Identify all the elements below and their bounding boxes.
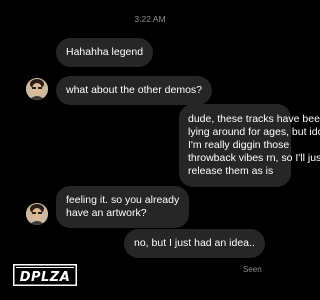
message-bubble-sent[interactable]: dude, these tracks have been lying aroun… xyxy=(179,104,320,187)
contact-avatar[interactable] xyxy=(26,203,48,225)
message-text: have an artwork? xyxy=(66,207,147,219)
brand-logo: DPLZA xyxy=(13,264,77,286)
message-text: I'm really diggin those xyxy=(188,139,290,151)
seen-status: Seen xyxy=(243,265,262,274)
message-text: Hahahha legend xyxy=(66,46,144,58)
message-text: release them as is xyxy=(188,165,274,177)
message-text: dude, these tracks have been xyxy=(188,113,320,125)
chat-timestamp: 3:22 AM xyxy=(134,14,166,24)
message-bubble-sent[interactable]: no, but I just had an idea.. xyxy=(124,229,265,258)
message-text: feeling it. so you already xyxy=(66,194,180,206)
svg-text:DPLZA: DPLZA xyxy=(20,270,71,285)
message-bubble-received[interactable]: Hahahha legend xyxy=(56,38,154,67)
message-text: lying around for ages, but idc, xyxy=(188,126,320,138)
message-text: what about the other demos? xyxy=(66,84,203,96)
message-bubble-received[interactable]: feeling it. so you already have an artwo… xyxy=(56,186,190,228)
message-text: throwback vibes rn, so I'll just xyxy=(188,152,320,164)
message-bubble-received[interactable]: what about the other demos? xyxy=(56,76,213,105)
contact-avatar[interactable] xyxy=(26,78,48,100)
message-text: no, but I just had an idea.. xyxy=(134,237,255,249)
